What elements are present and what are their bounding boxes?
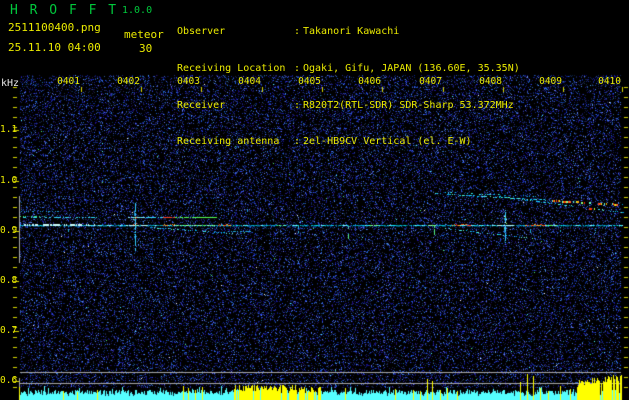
mode-label: meteor xyxy=(124,28,164,41)
time-tick-label: 0410 xyxy=(598,76,621,87)
info-label: Receiving Location xyxy=(177,63,286,75)
time-tick-label: 0401 xyxy=(57,76,80,87)
app-version: 1.0.0 xyxy=(122,5,153,16)
info-label: Receiving antenna xyxy=(177,136,280,148)
datetime-label: 25.11.10 04:00 xyxy=(8,41,101,54)
station-info: Observer: Takanori Kawachi Receiving Loca… xyxy=(177,2,520,173)
hrofft-window: H R O F F T 1.0.0 2511100400.png meteor … xyxy=(0,0,629,400)
time-tick-label: 0408 xyxy=(479,76,502,87)
interval-label: 30 xyxy=(139,42,153,55)
info-value: R820T2(RTL-SDR) SDR-Sharp 53.372MHz xyxy=(303,99,514,111)
time-tick-label: 0407 xyxy=(419,76,442,87)
freq-axis-unit: kHz xyxy=(1,78,20,89)
info-value: 2el-HB9CV Vertical (el. E-W) xyxy=(303,136,472,148)
freq-tick-label: 0.8 xyxy=(0,275,18,286)
time-tick-label: 0409 xyxy=(539,76,562,87)
info-separator: : xyxy=(294,99,301,111)
info-row-observer: Observer: Takanori Kawachi xyxy=(177,26,520,38)
info-row-receiver: Receiver: R820T2(RTL-SDR) SDR-Sharp 53.37… xyxy=(177,100,520,112)
info-label: Receiver xyxy=(177,99,226,111)
info-separator: : xyxy=(294,26,301,38)
time-tick-label: 0405 xyxy=(298,76,321,87)
freq-tick-label: 0.9 xyxy=(0,225,18,236)
time-tick-label: 0404 xyxy=(238,76,261,87)
output-filename: 2511100400.png xyxy=(8,21,101,34)
info-row-antenna: Receiving antenna:2el-HB9CV Vertical (el… xyxy=(177,136,520,148)
freq-tick-label: 0.7 xyxy=(0,325,18,336)
info-label: Observer xyxy=(177,26,226,38)
info-separator: : xyxy=(294,63,301,75)
info-separator: : xyxy=(294,136,301,148)
freq-tick-label: 1.0 xyxy=(0,175,18,186)
time-tick-label: 0402 xyxy=(117,76,140,87)
freq-tick-label: 1.1 xyxy=(0,124,18,135)
info-value: Takanori Kawachi xyxy=(303,26,400,38)
time-tick-label: 0403 xyxy=(177,76,200,87)
freq-tick-label: 0.6 xyxy=(0,375,18,386)
info-value: Ogaki, Gifu, JAPAN (136.60E, 35.35N) xyxy=(303,63,520,75)
app-title: H R O F F T xyxy=(10,3,119,18)
time-tick-label: 0406 xyxy=(358,76,381,87)
info-row-location: Receiving Location: Ogaki, Gifu, JAPAN (1… xyxy=(177,63,520,75)
